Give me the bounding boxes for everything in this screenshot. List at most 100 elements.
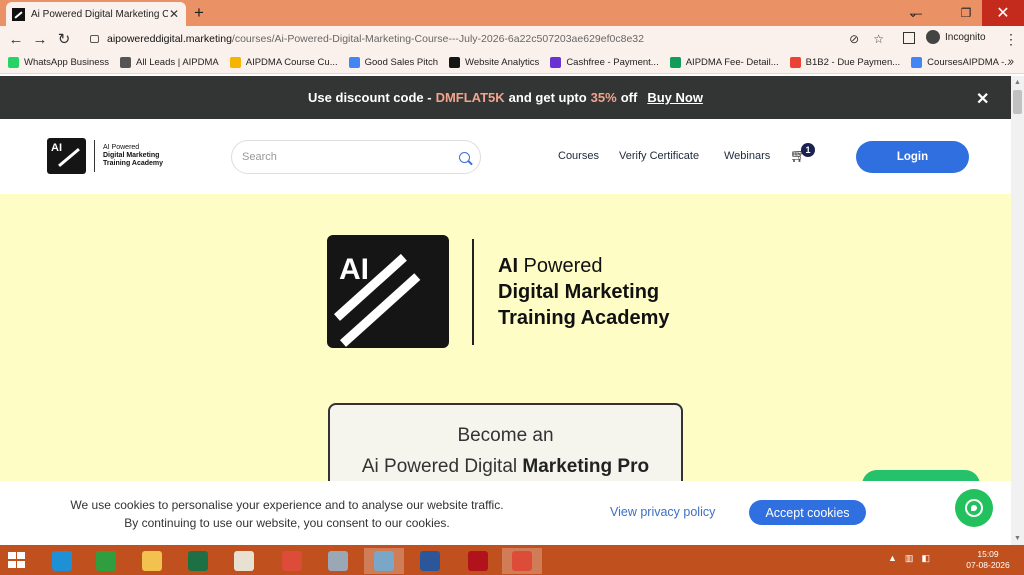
bookmark-label: Cashfree - Payment... [566, 57, 659, 68]
browser-menu-icon[interactable]: ⋮ [1004, 31, 1018, 48]
media-icon [468, 551, 488, 571]
file-explorer-icon [142, 551, 162, 571]
taskbar-app[interactable] [458, 548, 498, 574]
taskbar-app[interactable] [410, 548, 450, 574]
login-button[interactable]: Login [856, 141, 969, 173]
promo-prefix: Use discount code - [308, 90, 432, 105]
incognito-profile[interactable]: Incognito [926, 30, 986, 44]
url-path: /courses/Ai-Powered-Digital-Marketing-Co… [231, 33, 644, 45]
internet-explorer-icon [52, 551, 72, 571]
taskbar-app[interactable] [502, 548, 542, 574]
excel-icon [188, 551, 208, 571]
sheets-icon [669, 57, 681, 68]
bookmark-item[interactable]: WhatsApp Business [8, 57, 109, 68]
taskbar-app[interactable] [86, 548, 126, 574]
bookmark-label: AIPDMA Fee- Detail... [685, 57, 779, 68]
scroll-up-icon[interactable]: ▲ [1014, 79, 1021, 86]
buy-now-link[interactable]: Buy Now [647, 90, 703, 105]
bookmark-label: B1B2 - Due Paymen... [805, 57, 901, 68]
paint-icon [234, 551, 254, 571]
page-scrollbar[interactable]: ▲ ▼ [1011, 76, 1024, 545]
bookmark-label: CoursesAIPDMA -... [927, 57, 1013, 68]
taskbar-app[interactable] [318, 548, 358, 574]
bookmark-item[interactable]: AIPDMA Fee- Detail... [669, 57, 779, 68]
browser-toolbar: ← → ↻ aipowereddigital.marketing /course… [0, 26, 1024, 52]
page-icon [120, 57, 132, 68]
address-bar[interactable]: aipowereddigital.marketing /courses/Ai-P… [80, 28, 892, 50]
bookmark-item[interactable]: AIPDMA Course Cu... [229, 57, 338, 68]
drive-icon [229, 57, 241, 68]
tab-close-icon[interactable]: ✕ [168, 7, 180, 21]
accept-cookies-button[interactable]: Accept cookies [749, 500, 866, 525]
logo-wordmark: AI Powered Digital Marketing Training Ac… [103, 144, 164, 167]
promo-middle: and get upto [508, 90, 587, 105]
bookmark-item[interactable]: CoursesAIPDMA -... [911, 57, 1012, 68]
taskbar-app[interactable] [132, 548, 172, 574]
forward-button[interactable]: → [28, 31, 52, 48]
scrollbar-thumb[interactable] [1013, 90, 1022, 114]
cashfree-icon [550, 57, 562, 68]
bookmark-item[interactable]: Cashfree - Payment... [550, 57, 659, 68]
tray-expand-icon[interactable]: ▲ [888, 553, 897, 564]
browser-tab-active[interactable]: Ai Powered Digital Marketing Co ✕ [6, 2, 186, 26]
bookmark-label: Good Sales Pitch [364, 57, 439, 68]
word-icon [420, 551, 440, 571]
taskbar-clock[interactable]: 15:09 07-08-2026 [963, 549, 1013, 571]
scroll-down-icon[interactable]: ▼ [1014, 535, 1021, 542]
side-panel-icon[interactable] [903, 32, 915, 44]
url-host: aipowereddigital.marketing [107, 33, 232, 45]
whatsapp-chat-button[interactable] [955, 489, 993, 527]
promo-suffix: off [620, 90, 638, 105]
network-icon[interactable]: ▥ [905, 553, 914, 564]
promo-close-icon[interactable]: ✕ [976, 89, 989, 109]
incognito-icon [926, 30, 940, 44]
whatsapp-icon [8, 57, 19, 68]
eye-off-icon[interactable]: ⊘ [849, 32, 859, 46]
windows-start-icon[interactable] [8, 552, 26, 569]
bookmark-label: WhatsApp Business [24, 57, 110, 68]
taskbar-app[interactable] [178, 548, 218, 574]
clock-time: 15:09 [977, 549, 999, 559]
incognito-label: Incognito [945, 31, 986, 43]
site-favicon-icon [12, 7, 25, 21]
store-icon [96, 551, 116, 571]
ai-logo-icon [449, 57, 461, 68]
hero-headline-line2: Ai Powered Digital Marketing Pro [361, 456, 650, 477]
bookmarks-bar: WhatsApp Business All Leads | AIPDMA AIPDM… [0, 52, 1024, 74]
hero-headline-card: Become an Ai Powered Digital Marketing P… [328, 403, 683, 493]
nav-webinars[interactable]: Webinars [724, 150, 770, 162]
taskbar-app[interactable] [42, 548, 82, 574]
docs-icon [348, 57, 360, 68]
search-icon[interactable] [459, 151, 470, 163]
bookmark-label: Website Analytics [465, 57, 540, 68]
clock-date: 07-08-2026 [966, 560, 1010, 570]
volume-icon[interactable]: ◧ [921, 553, 930, 564]
notepad-icon [374, 551, 394, 571]
bookmark-item[interactable]: B1B2 - Due Paymen... [789, 57, 901, 68]
minimize-button[interactable]: — [902, 0, 930, 26]
taskbar-app[interactable] [224, 548, 264, 574]
bookmark-star-icon[interactable]: ☆ [873, 32, 884, 46]
discount-percent: 35% [590, 90, 617, 105]
bookmarks-overflow-icon[interactable]: » [1008, 56, 1014, 68]
system-tray: ▲ ▥ ◧ [888, 553, 930, 564]
reload-button[interactable]: ↻ [52, 30, 76, 48]
site-logo[interactable]: AI AI Powered Digital Marketing Training… [47, 138, 163, 174]
nav-verify-certificate[interactable]: Verify Certificate [619, 150, 699, 162]
taskbar-app[interactable] [272, 548, 312, 574]
bookmark-item[interactable]: All Leads | AIPDMA [120, 57, 219, 68]
bookmark-label: All Leads | AIPDMA [136, 57, 219, 68]
new-tab-button[interactable]: + [194, 3, 204, 23]
nav-courses[interactable]: Courses [558, 150, 599, 162]
bookmark-item[interactable]: Good Sales Pitch [348, 57, 439, 68]
windows-taskbar [0, 545, 1024, 575]
maximize-button[interactable]: ❐ [952, 0, 980, 26]
search-input[interactable] [242, 151, 459, 163]
privacy-policy-link[interactable]: View privacy policy [610, 505, 715, 519]
taskbar-app[interactable] [364, 548, 404, 574]
bookmark-item[interactable]: Website Analytics [449, 57, 539, 68]
close-window-button[interactable]: ✕ [982, 0, 1024, 26]
site-search [231, 140, 481, 174]
hero-logo-mark-icon: AI [327, 235, 449, 348]
back-button[interactable]: ← [4, 31, 28, 48]
